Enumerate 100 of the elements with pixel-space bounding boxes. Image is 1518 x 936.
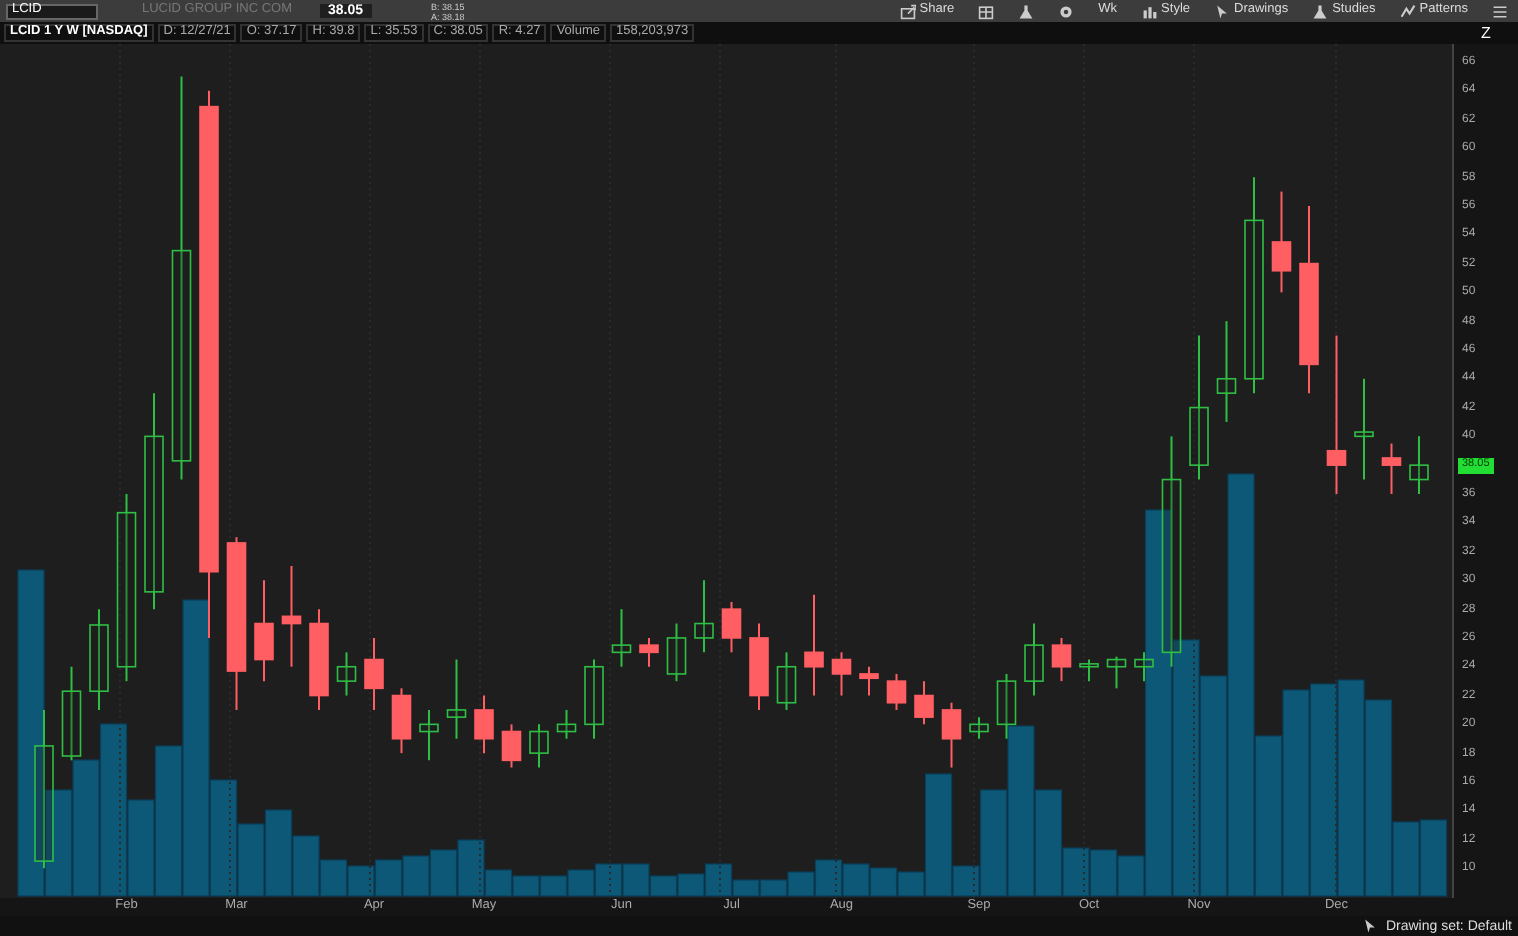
candle-wick	[923, 680, 925, 726]
volume-bar	[374, 859, 403, 897]
candle-wick	[1060, 636, 1063, 683]
menu-button[interactable]	[1488, 1, 1512, 21]
candle-body	[556, 723, 577, 733]
candle-body	[1326, 449, 1347, 466]
candle-body	[996, 680, 1017, 726]
candle-wick	[1115, 655, 1118, 690]
candle-body	[501, 730, 522, 762]
candle-body	[1134, 658, 1154, 668]
candle-body	[886, 680, 907, 704]
grid-icon	[978, 3, 995, 19]
grid-button[interactable]	[974, 1, 999, 21]
candle-wick	[895, 672, 898, 711]
menu-icon	[1492, 3, 1508, 19]
volume-bar	[347, 865, 375, 897]
candle-body	[694, 622, 714, 639]
candle-body	[1106, 658, 1127, 668]
candle-body	[804, 651, 824, 668]
candle-body	[61, 690, 82, 757]
candle-wick	[1005, 672, 1008, 740]
candle-wick	[483, 694, 485, 755]
candle-body	[941, 709, 962, 740]
candle-body	[1024, 644, 1044, 682]
candle-wick	[455, 658, 458, 740]
candle-wick	[538, 723, 540, 769]
candle-body	[859, 673, 879, 680]
candle-body	[666, 637, 687, 675]
candle-body	[226, 542, 247, 672]
bars-icon	[1141, 3, 1158, 19]
candle-body	[446, 709, 467, 718]
candle-wick	[70, 665, 73, 762]
candle-body	[1216, 377, 1237, 394]
candle-wick	[1390, 442, 1393, 495]
volume-bar	[429, 849, 458, 897]
volume-bar	[677, 873, 705, 897]
candle-body	[1271, 241, 1292, 272]
candle-body	[749, 637, 769, 697]
candle-body	[364, 658, 384, 690]
candle-body	[309, 622, 329, 697]
candle-wick	[813, 593, 815, 697]
candle-wick	[1088, 658, 1090, 683]
candle-wick	[1033, 622, 1035, 697]
candle-body	[281, 615, 302, 625]
candle-wick	[703, 579, 705, 654]
candle-body	[254, 622, 274, 661]
candle-wick	[1225, 320, 1228, 423]
candle-body	[391, 694, 412, 740]
candle-body	[1409, 464, 1429, 481]
candle-wick	[950, 701, 953, 769]
candle-wick	[648, 636, 650, 668]
candle-wick	[620, 608, 623, 668]
candle-body	[34, 745, 54, 862]
candle-body	[529, 730, 549, 754]
volume-bar	[842, 863, 870, 897]
candle-wick	[1363, 377, 1365, 481]
volume-bar	[72, 759, 100, 897]
candle-wick	[510, 723, 513, 769]
candle-wick	[1280, 190, 1283, 294]
share-icon	[899, 3, 916, 19]
volume-bar	[402, 855, 430, 897]
candle-body	[89, 624, 109, 692]
candle-wick	[730, 600, 733, 654]
candle-wick	[675, 622, 678, 683]
zigzag-icon	[1399, 3, 1416, 19]
volume-bar	[1419, 819, 1448, 897]
candle-body	[1079, 663, 1099, 668]
candle-wick	[373, 636, 375, 711]
candle-wick	[1418, 435, 1420, 495]
candle-body	[336, 665, 357, 682]
candle-wick	[400, 687, 403, 755]
candle-body	[1299, 262, 1319, 366]
candle-wick	[868, 665, 870, 697]
candle-wick	[98, 608, 100, 711]
candle-body	[584, 665, 604, 726]
candle-body	[419, 723, 439, 733]
volume-bar	[594, 863, 623, 897]
candle-body	[776, 665, 797, 704]
candle-wick	[1143, 651, 1145, 683]
candle-body	[474, 709, 494, 740]
candle-wick	[785, 651, 788, 711]
candle-wick	[840, 651, 843, 697]
candle-wick	[593, 658, 595, 740]
candle-body	[914, 694, 934, 718]
candle-body	[969, 723, 989, 733]
candle-wick	[565, 708, 568, 740]
volume-bar	[264, 809, 293, 897]
volume-bar	[567, 869, 595, 897]
candle-body	[1189, 406, 1209, 466]
candle-body	[1051, 644, 1072, 668]
candle-wick	[978, 716, 980, 740]
candle-wick	[290, 564, 293, 668]
volume-bar	[1089, 849, 1118, 897]
candle-body	[1381, 457, 1402, 466]
volume-bar	[512, 875, 540, 897]
candle-wick	[345, 651, 348, 697]
candle-wick	[263, 579, 265, 683]
volume-bar	[539, 875, 568, 897]
candle-wick	[428, 708, 430, 762]
volume-bar	[869, 867, 898, 897]
